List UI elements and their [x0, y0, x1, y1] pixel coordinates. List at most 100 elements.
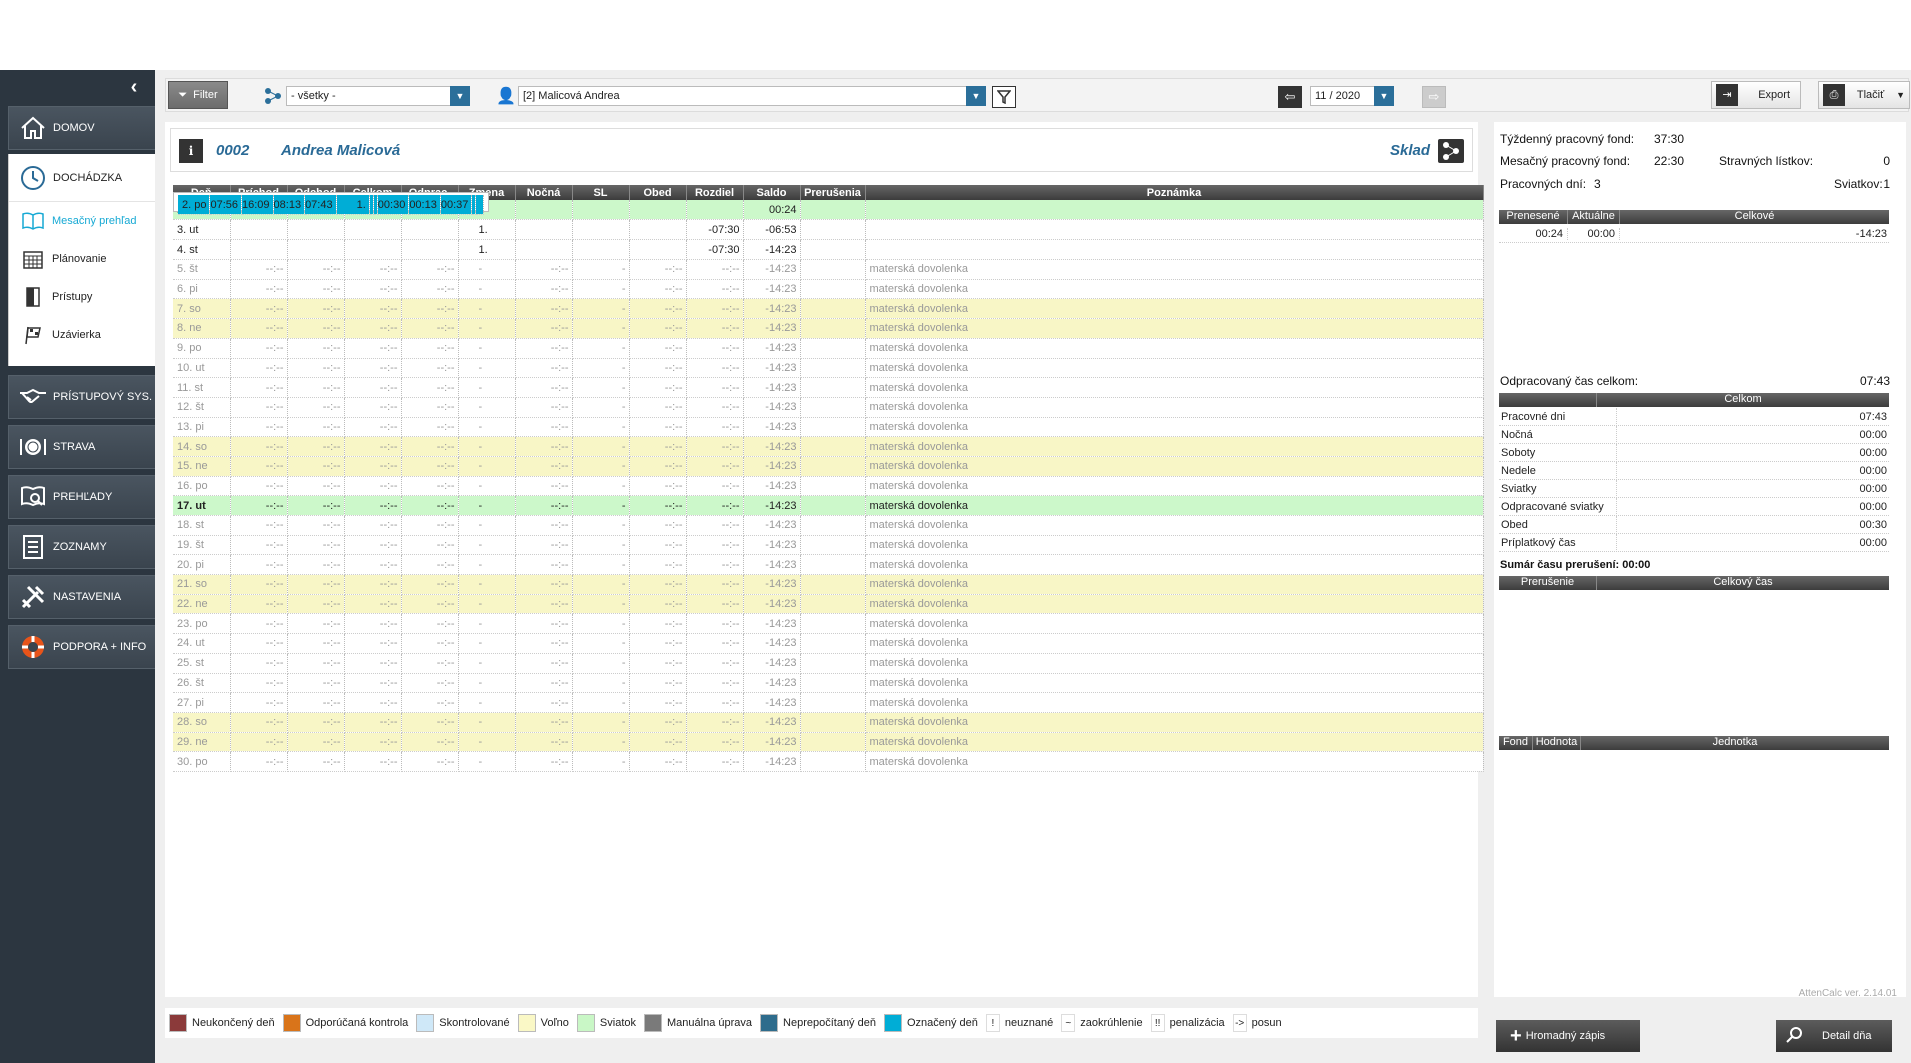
chevron-down-icon[interactable]: ▼	[1374, 86, 1394, 106]
export-button[interactable]: ⇥ Export	[1711, 81, 1801, 109]
nav-zoznamy[interactable]: ZOZNAMY	[8, 525, 155, 569]
table-cell: --:--	[344, 633, 402, 654]
table-row[interactable]: 13. pi --:-- --:-- --:-- --:-- - --:-- - --:-- --…	[173, 417, 1484, 438]
legend-label: Manuálna úprava	[667, 1017, 753, 1029]
table-cell: -	[572, 358, 630, 379]
export-icon: ⇥	[1716, 84, 1738, 106]
table-row[interactable]: 18. st --:-- --:-- --:-- --:-- - --:-- - --:-- --…	[173, 515, 1484, 536]
next-month-button[interactable]: ⇨	[1422, 86, 1446, 108]
table-row[interactable]: 10. ut --:-- --:-- --:-- --:-- - --:-- - --:-- --…	[173, 358, 1484, 379]
table-row[interactable]: 24. ut --:-- --:-- --:-- --:-- - --:-- - --:-- --…	[173, 633, 1484, 654]
table-cell: --:--	[344, 476, 402, 497]
breakdown-row: Príplatkový čas 00:00	[1499, 533, 1889, 552]
filter-button[interactable]: ⏷ Filter	[168, 81, 228, 109]
table-row[interactable]: 23. po --:-- --:-- --:-- --:-- - --:-- - --:-- --…	[173, 613, 1484, 635]
nav-domov[interactable]: DOMOV	[8, 106, 155, 150]
nav-nastavenia[interactable]: NASTAVENIA	[8, 575, 155, 619]
table-cell: --:--	[230, 456, 288, 477]
table-cell: -	[458, 732, 516, 753]
org-tree-icon[interactable]	[1438, 139, 1464, 163]
previous-month-button[interactable]: ⇦	[1278, 86, 1302, 108]
table-cell: 00:24	[743, 200, 801, 221]
table-cell: -	[572, 259, 630, 280]
nav-planovanie[interactable]: Plánovanie	[9, 240, 155, 278]
table-row[interactable]: 29. ne --:-- --:-- --:-- --:-- - --:-- - --:-- --…	[173, 732, 1484, 753]
table-cell: --:--	[515, 692, 573, 713]
nav-prehlady[interactable]: PREHĽADY	[8, 475, 155, 519]
table-row[interactable]: 22. ne --:-- --:-- --:-- --:-- - --:-- - --:-- --…	[173, 594, 1484, 615]
table-cell: -	[458, 515, 516, 536]
period-select[interactable]: 11 / 2020 ▼	[1310, 86, 1394, 106]
table-row[interactable]: 11. st --:-- --:-- --:-- --:-- - --:-- - --:-- --…	[173, 377, 1484, 398]
book-icon	[22, 210, 44, 232]
collapse-sidebar-icon[interactable]: ‹	[125, 77, 143, 97]
attendance-table: DeňPríchodOdchodCelkomOdprac.ZmenaNočnáS…	[173, 185, 1484, 772]
table-cell: --:--	[401, 495, 459, 516]
table-cell: -	[458, 554, 516, 576]
table-cell: 4. st	[173, 239, 231, 261]
table-row[interactable]: 20. pi --:-- --:-- --:-- --:-- - --:-- - --:-- --…	[173, 554, 1484, 576]
table-cell: 17. ut	[173, 495, 231, 516]
main-area: ⏷ Filter - všetky - ▼ 👤 [2] Malicová And…	[155, 70, 1911, 1063]
day-detail-button[interactable]: Detail dňa	[1776, 1020, 1892, 1052]
nav-podpora-info[interactable]: PODPORA + INFO	[8, 625, 155, 669]
table-row[interactable]: 7. so --:-- --:-- --:-- --:-- - --:-- - --:-- --:…	[173, 298, 1484, 320]
table-row[interactable]: 14. so --:-- --:-- --:-- --:-- - --:-- - --:-- --…	[173, 436, 1484, 457]
table-row[interactable]: 30. po --:-- --:-- --:-- --:-- - --:-- - --:-- --…	[173, 751, 1484, 772]
table-row[interactable]: 26. št --:-- --:-- --:-- --:-- - --:-- - --:-- --…	[173, 673, 1484, 694]
chevron-down-icon[interactable]: ▼	[1896, 90, 1905, 100]
info-icon[interactable]: i	[179, 139, 203, 163]
breaks-header: Prerušenie Celkový čas	[1499, 576, 1889, 590]
table-row[interactable]: 2. po 07:56 16:09 08:13 07:43 1. 00:30 00:13 00:…	[173, 192, 490, 216]
table-row[interactable]: 3. ut 1. -07:30 -06:53	[173, 220, 1484, 241]
table-cell: -	[572, 535, 630, 556]
nav-strava[interactable]: STRAVA	[8, 425, 155, 469]
print-button[interactable]: ⎙ Tlačiť ▼	[1818, 81, 1910, 109]
nav-pristupovy-sys[interactable]: PRÍSTUPOVÝ SYS.	[8, 375, 155, 419]
table-cell: -	[458, 712, 516, 733]
table-row[interactable]: 5. št --:-- --:-- --:-- --:-- - --:-- - --:-- --:…	[173, 259, 1484, 280]
table-cell: -	[458, 653, 516, 674]
table-cell	[230, 220, 288, 241]
table-row[interactable]: 8. ne --:-- --:-- --:-- --:-- - --:-- - --:-- --:…	[173, 318, 1484, 339]
table-cell: -14:23	[743, 377, 801, 398]
nav-uzavierka[interactable]: Uzávierka	[9, 316, 155, 354]
chevron-down-icon[interactable]: ▼	[450, 86, 470, 106]
top-bar	[0, 0, 1911, 70]
table-cell: 24. ut	[173, 633, 231, 654]
table-row[interactable]: 25. st --:-- --:-- --:-- --:-- - --:-- - --:-- --…	[173, 653, 1484, 674]
nav-mesacny-prehlad[interactable]: Mesačný prehľad	[9, 202, 155, 240]
bulk-entry-button[interactable]: + Hromadný zápis	[1496, 1020, 1640, 1052]
table-row[interactable]: 15. ne --:-- --:-- --:-- --:-- - --:-- - --:-- --…	[173, 456, 1484, 477]
table-cell: --:--	[401, 594, 459, 615]
table-cell: -	[572, 653, 630, 674]
table-cell: --:--	[515, 298, 573, 320]
table-cell: --:--	[344, 417, 402, 438]
chevron-down-icon[interactable]: ▼	[966, 86, 986, 106]
table-cell: materská dovolenka	[865, 456, 1484, 477]
table-cell: --:--	[401, 436, 459, 457]
table-row[interactable]: 12. št --:-- --:-- --:-- --:-- - --:-- - --:-- --…	[173, 397, 1484, 418]
table-row[interactable]: 19. št --:-- --:-- --:-- --:-- - --:-- - --:-- --…	[173, 535, 1484, 556]
table-row[interactable]: 16. po --:-- --:-- --:-- --:-- - --:-- - --:-- --…	[173, 476, 1484, 497]
table-cell: --:--	[344, 397, 402, 418]
table-row[interactable]: 21. so --:-- --:-- --:-- --:-- - --:-- - --:-- --…	[173, 574, 1484, 595]
breakdown-value: 00:00	[1859, 446, 1887, 459]
table-row[interactable]: 6. pi --:-- --:-- --:-- --:-- - --:-- - --:-- --:…	[173, 279, 1484, 300]
employee-select[interactable]: [2] Malicová Andrea ▼	[518, 86, 986, 106]
table-row[interactable]: 9. po --:-- --:-- --:-- --:-- - --:-- - --:-- --:…	[173, 338, 1484, 359]
nav-pristupy[interactable]: Prístupy	[9, 278, 155, 316]
employee-filter-button[interactable]	[992, 86, 1016, 108]
group-select[interactable]: - všetky - ▼	[286, 86, 470, 106]
table-cell: -	[572, 279, 630, 300]
table-cell: -14:23	[743, 397, 801, 418]
table-row[interactable]: 28. so --:-- --:-- --:-- --:-- - --:-- - --:-- --…	[173, 712, 1484, 733]
table-row[interactable]: 27. pi --:-- --:-- --:-- --:-- - --:-- - --:-- --…	[173, 692, 1484, 713]
table-row[interactable]: 17. ut --:-- --:-- --:-- --:-- - --:-- - --:-- --…	[173, 495, 1484, 516]
table-cell: materská dovolenka	[865, 338, 1484, 359]
table-row[interactable]: 4. st 1. -07:30 -14:23	[173, 239, 1484, 261]
table-cell	[800, 554, 866, 576]
nav-dochadzka[interactable]: DOCHÁDZKA	[9, 154, 155, 202]
legend-label: posun	[1251, 1017, 1282, 1029]
table-cell	[475, 195, 485, 216]
